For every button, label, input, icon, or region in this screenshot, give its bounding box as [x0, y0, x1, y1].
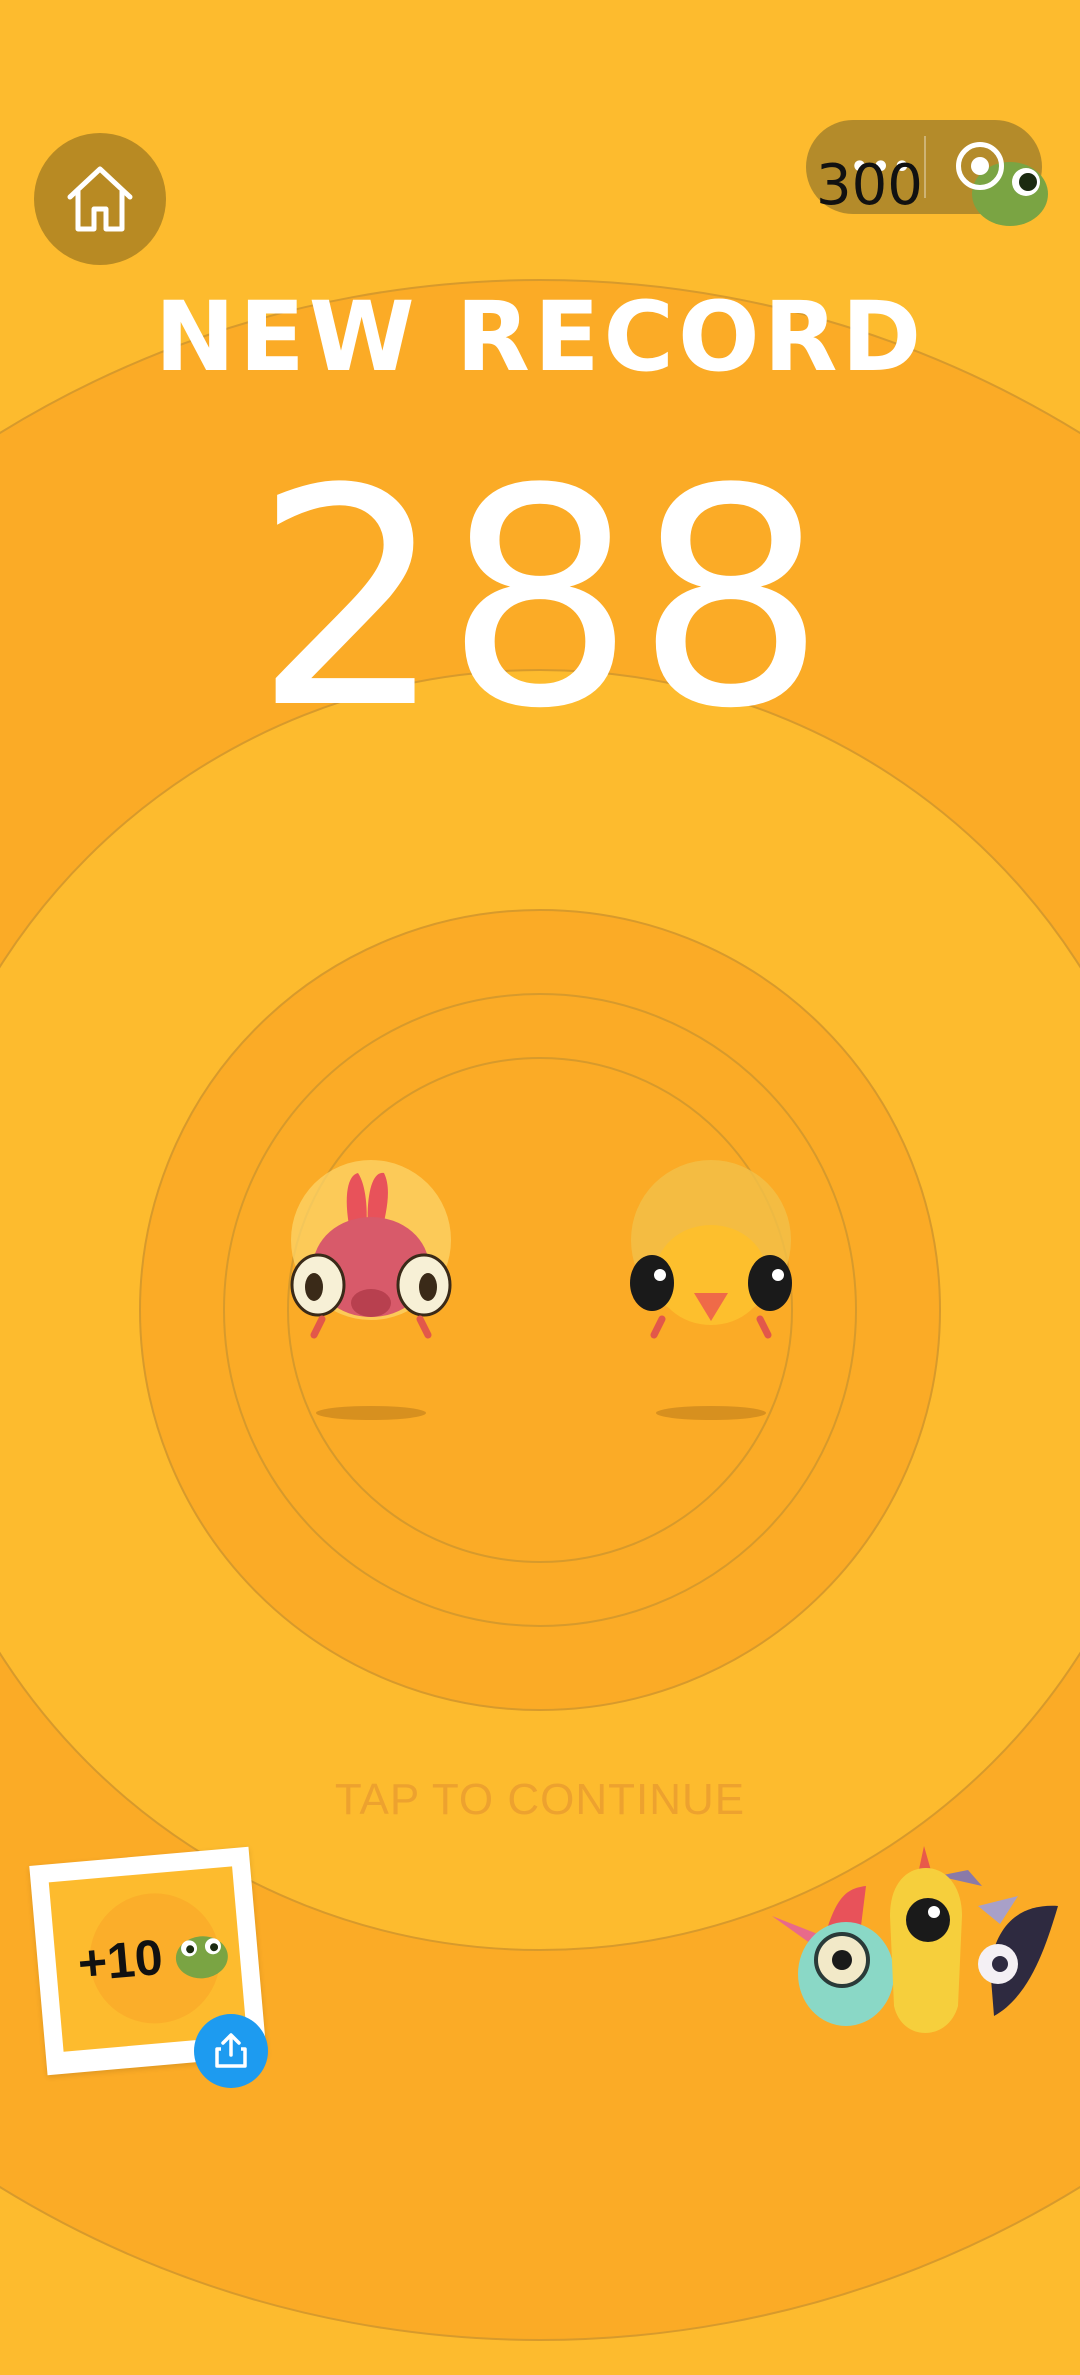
red-bird-character: [290, 1160, 452, 1339]
yellow-chick-character: [630, 1160, 792, 1339]
share-icon: [215, 2033, 247, 2068]
coin-count: 300: [816, 153, 923, 218]
characters-button[interactable]: [768, 1846, 1068, 2046]
share-button[interactable]: [194, 2014, 268, 2088]
frog-coin-icon: [175, 1936, 228, 1979]
new-record-title: NEW RECORD: [154, 281, 926, 393]
tap-to-continue-hint[interactable]: TAP TO CONTINUE: [0, 1775, 1080, 1825]
yellow-chick-shadow: [656, 1406, 766, 1420]
home-icon: [67, 166, 133, 232]
coin-panel: ••• 300: [806, 120, 1048, 226]
reward-amount: +10: [75, 1928, 165, 1993]
home-button[interactable]: [34, 133, 166, 265]
score-value: 288: [253, 425, 827, 774]
red-bird-shadow: [316, 1406, 426, 1420]
panel-divider: [924, 136, 926, 198]
capsule-close-icon[interactable]: [956, 142, 1004, 190]
